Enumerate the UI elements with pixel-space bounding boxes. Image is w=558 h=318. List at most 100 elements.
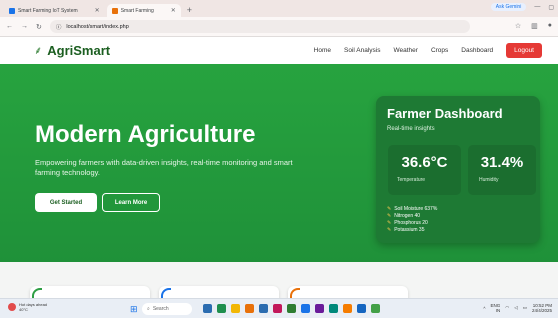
nav-link-weather[interactable]: Weather: [394, 47, 418, 54]
get-started-button[interactable]: Get Started: [35, 193, 97, 212]
search-placeholder: Search: [152, 306, 169, 312]
taskbar-app-icon[interactable]: [287, 304, 296, 313]
maximize-icon[interactable]: ▢: [548, 4, 554, 11]
language-indicator[interactable]: ENG IN: [491, 303, 501, 313]
battery-icon[interactable]: ▭: [523, 305, 527, 311]
clock[interactable]: 10:52 PM 24/4/2025: [532, 303, 552, 313]
weather-widget[interactable]: Hot days ahead 40°C: [8, 302, 47, 312]
url-text: localhost/smart/index.php: [66, 23, 129, 30]
farmer-dashboard-card: Farmer Dashboard Real-time insights 36.6…: [376, 96, 540, 243]
site-info-icon[interactable]: ⓘ: [56, 23, 62, 31]
hero-subtitle: Empowering farmers with data-driven insi…: [35, 158, 293, 177]
lang-line2: IN: [495, 308, 501, 313]
plant-icon: ⸙: [34, 45, 43, 57]
tab-close-icon[interactable]: ✕: [171, 7, 176, 14]
humidity-label: Humidity: [479, 177, 499, 183]
hero-section: Modern Agriculture Empowering farmers wi…: [0, 64, 558, 262]
taskbar-app-icon[interactable]: [357, 304, 366, 313]
os-taskbar: Hot days ahead 40°C ⊞ ⌕ Search ^ ENG IN …: [0, 298, 558, 318]
minimize-icon[interactable]: —: [534, 4, 540, 10]
nav-link-crops[interactable]: Crops: [431, 47, 448, 54]
weather-icon: [8, 303, 16, 311]
hero-title: Modern Agriculture: [35, 121, 256, 148]
windows-start-icon[interactable]: ⊞: [130, 304, 138, 315]
new-tab-button[interactable]: +: [183, 4, 196, 17]
tab-title: Smart Farming: [120, 7, 154, 14]
reading-text: Nitrogen 40: [394, 213, 421, 219]
site-logo[interactable]: ⸙ AgriSmart: [34, 43, 110, 58]
card-accent: [290, 288, 300, 298]
taskbar-app-icon[interactable]: [301, 304, 310, 313]
reading-text: Potassium 35: [394, 227, 425, 233]
forward-icon[interactable]: →: [21, 23, 28, 30]
bookmark-star-icon[interactable]: ☆: [515, 22, 521, 30]
temperature-stat: 36.6°C Temperature: [388, 145, 461, 195]
gemini-button[interactable]: Ask Gemini: [490, 3, 527, 11]
nav-link-soil-analysis[interactable]: Soil Analysis: [344, 47, 381, 54]
feature-card[interactable]: [30, 286, 150, 298]
reading-soil-moisture: ✎ Soil Moisture 637%: [387, 206, 437, 213]
dashboard-subtitle: Real-time insights: [387, 126, 435, 132]
nav-link-dashboard[interactable]: Dashboard: [461, 47, 493, 54]
clock-date: 24/4/2025: [531, 308, 552, 313]
humidity-value: 31.4%: [480, 154, 524, 171]
temperature-value: 36.6°C: [401, 154, 448, 171]
feature-card[interactable]: [288, 286, 408, 298]
taskbar-app-icon[interactable]: [259, 304, 268, 313]
taskbar-search[interactable]: ⌕ Search: [142, 303, 192, 315]
logout-button[interactable]: Logout: [506, 43, 542, 58]
tab-title: Smart Farming IoT System: [18, 7, 78, 14]
taskbar-app-icon[interactable]: [273, 304, 282, 313]
taskbar-app-icon[interactable]: [231, 304, 240, 313]
taskbar-app-icon[interactable]: [245, 304, 254, 313]
dashboard-title: Farmer Dashboard: [387, 106, 503, 121]
pinned-apps: [203, 304, 380, 313]
temperature-label: Temperature: [397, 177, 426, 183]
nav-links: Home Soil Analysis Weather Crops Dashboa…: [314, 43, 542, 58]
site-navbar: ⸙ AgriSmart Home Soil Analysis Weather C…: [0, 37, 558, 64]
taskbar-app-icon[interactable]: [371, 304, 380, 313]
reading-phosphorus: ✎ Phosphorus 20: [387, 220, 437, 227]
window-controls: Ask Gemini — ▢: [490, 3, 554, 11]
taskbar-app-icon[interactable]: [343, 304, 352, 313]
taskbar-app-icon[interactable]: [203, 304, 212, 313]
reading-potassium: ✎ Potassium 35: [387, 227, 437, 234]
tab-favicon-icon: [111, 7, 118, 14]
volume-icon[interactable]: ◁: [514, 305, 517, 311]
logo-text: AgriSmart: [47, 43, 111, 58]
leaf-icon: ✎: [387, 220, 392, 226]
browser-tab-iot[interactable]: Smart Farming IoT System ✕: [4, 4, 105, 17]
webpage: ⸙ AgriSmart Home Soil Analysis Weather C…: [0, 37, 558, 298]
taskbar-app-icon[interactable]: [315, 304, 324, 313]
browser-tab-bar: Smart Farming IoT System ✕ Smart Farming…: [0, 0, 558, 17]
sidebar-icon[interactable]: ▥: [531, 22, 538, 30]
droplet-icon: ✎: [387, 206, 392, 212]
leaf-icon: ✎: [387, 213, 392, 219]
profile-avatar-icon[interactable]: ●: [548, 22, 552, 30]
learn-more-button[interactable]: Learn More: [102, 193, 160, 212]
card-accent: [161, 288, 171, 298]
back-icon[interactable]: ←: [6, 23, 13, 30]
sensor-readings: ✎ Soil Moisture 637% ✎ Nitrogen 40 ✎ Phosph…: [387, 206, 437, 234]
browser-toolbar: ← → ↻ ⓘ localhost/smart/index.php ☆ ▥ ●: [0, 17, 558, 37]
reading-nitrogen: ✎ Nitrogen 40: [387, 213, 437, 220]
reading-text: Soil Moisture 637%: [394, 206, 438, 212]
nav-link-home[interactable]: Home: [314, 47, 331, 54]
tab-close-icon[interactable]: ✕: [95, 7, 100, 14]
taskbar-app-icon[interactable]: [217, 304, 226, 313]
chevron-up-icon[interactable]: ^: [483, 306, 485, 311]
search-icon: ⌕: [147, 306, 150, 312]
reload-icon[interactable]: ↻: [36, 23, 42, 31]
leaf-icon: ✎: [387, 227, 392, 233]
feature-card[interactable]: [159, 286, 279, 298]
browser-tab-smart-farming[interactable]: Smart Farming ✕: [106, 4, 181, 17]
humidity-stat: 31.4% Humidity: [468, 145, 536, 195]
wifi-icon[interactable]: ◠: [505, 305, 509, 311]
weather-line2: 40°C: [19, 307, 28, 312]
taskbar-app-icon[interactable]: [329, 304, 338, 313]
feature-cards-section: [0, 262, 558, 298]
address-bar[interactable]: ⓘ localhost/smart/index.php: [49, 20, 470, 33]
card-accent: [32, 288, 42, 298]
reading-text: Phosphorus 20: [394, 220, 428, 226]
system-tray: ^ ENG IN ◠ ◁ ▭ 10:52 PM 24/4/2025: [483, 303, 552, 313]
